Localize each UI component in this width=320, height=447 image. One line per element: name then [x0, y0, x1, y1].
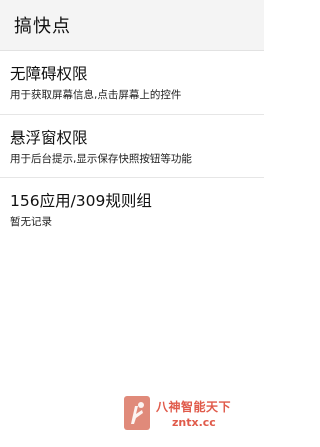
item-title: 悬浮窗权限: [10, 129, 88, 147]
watermark-text: 八神智能天下: [156, 399, 232, 414]
watermark: 八神智能天下 zntx.cc: [124, 393, 264, 433]
item-title: 无障碍权限: [10, 65, 88, 83]
accessibility-permission-item[interactable]: 无障碍权限 用于获取屏幕信息,点击屏幕上的控件: [0, 51, 264, 114]
overlay-permission-item[interactable]: 悬浮窗权限 用于后台提示,显示保存快照按钮等功能: [0, 115, 264, 177]
item-title: 156应用/309规则组: [10, 192, 152, 210]
item-subtitle: 暂无记录: [10, 216, 52, 228]
settings-list: 无障碍权限 用于获取屏幕信息,点击屏幕上的控件 悬浮窗权限 用于后台提示,显示保…: [0, 51, 264, 238]
item-subtitle: 用于后台提示,显示保存快照按钮等功能: [10, 153, 192, 165]
app-title: 搞快点: [14, 16, 71, 37]
item-subtitle: 用于获取屏幕信息,点击屏幕上的控件: [10, 89, 182, 101]
rules-summary-item[interactable]: 156应用/309规则组 暂无记录: [0, 178, 264, 238]
app-bar: 搞快点: [0, 0, 264, 51]
watermark-domain: zntx.cc: [172, 415, 216, 429]
watermark-logo-icon: [124, 396, 150, 430]
